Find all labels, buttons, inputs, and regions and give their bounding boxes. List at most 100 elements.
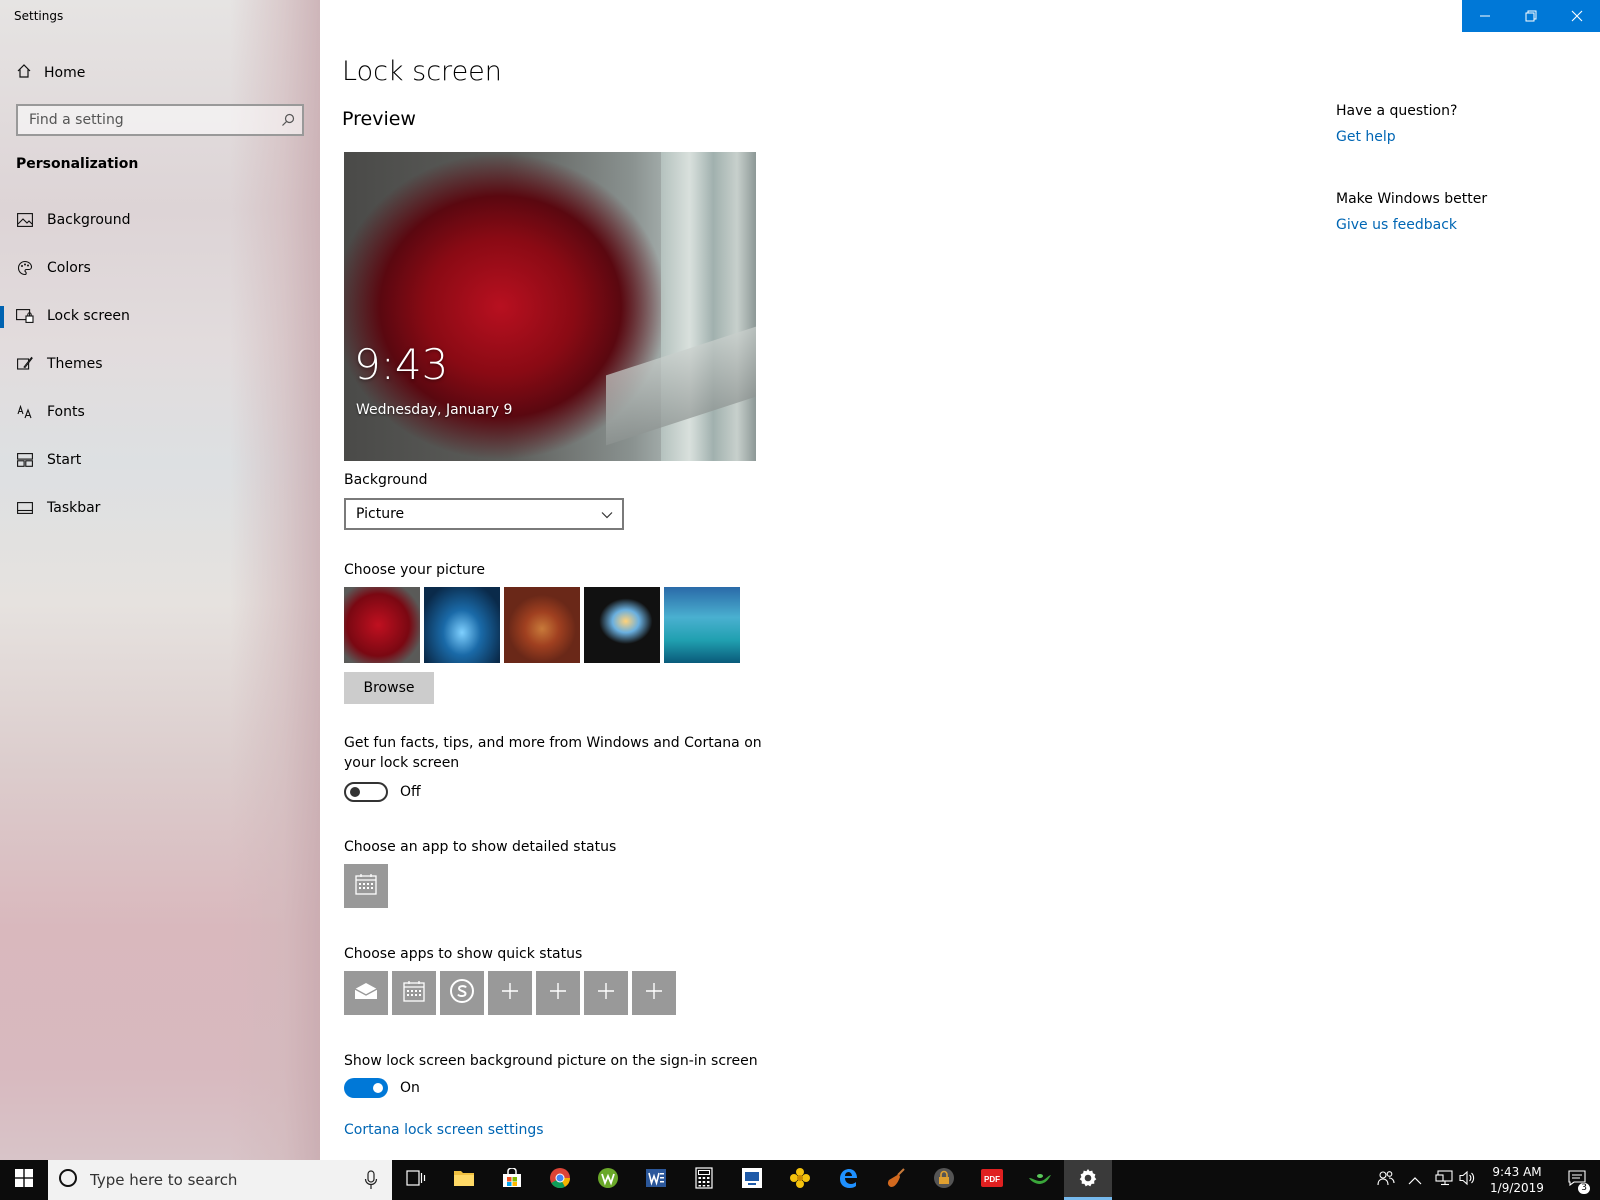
quick-status-calendar-button[interactable]	[392, 971, 436, 1015]
sidebar-item-lock-screen[interactable]: Lock screen	[0, 292, 320, 340]
restore-button[interactable]	[1508, 0, 1554, 32]
quick-status-add-button[interactable]	[488, 971, 532, 1015]
clock-date: 1/9/2019	[1490, 1181, 1544, 1195]
fun-facts-toggle[interactable]	[344, 782, 388, 802]
taskbar-icon	[16, 499, 34, 517]
quick-status-skype-button[interactable]	[440, 971, 484, 1015]
signin-picture-toggle[interactable]	[344, 1078, 388, 1098]
home-nav-item[interactable]: Home	[16, 62, 85, 84]
browse-button[interactable]: Browse	[344, 672, 434, 704]
clock-time: 9:43 AM	[1492, 1165, 1542, 1179]
cortana-settings-link[interactable]: Cortana lock screen settings	[344, 1122, 544, 1138]
windows-logo-icon	[15, 1169, 33, 1191]
taskbar-app-remote-desktop[interactable]	[728, 1160, 776, 1200]
taskbar-search-box[interactable]	[48, 1160, 392, 1200]
taskbar-app-calculator[interactable]	[680, 1160, 728, 1200]
toggle-knob	[350, 787, 360, 797]
people-button[interactable]	[1374, 1160, 1398, 1200]
taskbar-app-shovel[interactable]	[872, 1160, 920, 1200]
preview-heading: Preview	[342, 108, 416, 130]
notification-count-badge: 3	[1578, 1183, 1590, 1194]
skype-icon	[449, 978, 475, 1008]
sidebar-nav-list: Background Colors Lock screen Themes Fon…	[0, 196, 320, 532]
chrome-icon	[549, 1167, 571, 1193]
sidebar-item-fonts[interactable]: Fonts	[0, 388, 320, 436]
preview-time: 9:43	[354, 340, 449, 389]
picture-thumb-ice-cave[interactable]	[424, 587, 500, 663]
taskbar-app-settings[interactable]	[1064, 1160, 1112, 1200]
settings-search-input[interactable]	[27, 111, 272, 129]
detailed-status-label: Choose an app to show detailed status	[344, 839, 617, 855]
calculator-icon	[695, 1167, 713, 1193]
sidebar-item-start[interactable]: Start	[0, 436, 320, 484]
chevron-up-icon	[1408, 1171, 1422, 1190]
taskbar-app-sticky[interactable]	[776, 1160, 824, 1200]
task-view-button[interactable]	[392, 1160, 440, 1200]
background-dropdown[interactable]: Picture	[344, 498, 624, 530]
show-hidden-icons-button[interactable]	[1398, 1160, 1432, 1200]
taskbar: PDF 9:43 AM 1/9/2019 3	[0, 1160, 1600, 1200]
section-title: Personalization	[16, 156, 139, 172]
get-help-link[interactable]: Get help	[1336, 129, 1576, 145]
taskbar-app-pdf[interactable]: PDF	[968, 1160, 1016, 1200]
network-button[interactable]	[1432, 1160, 1456, 1200]
feedback-link[interactable]: Give us feedback	[1336, 217, 1576, 233]
yellow-flower-icon	[789, 1167, 811, 1193]
mail-icon	[354, 982, 378, 1004]
sidebar-item-themes[interactable]: Themes	[0, 340, 320, 388]
sidebar-item-background[interactable]: Background	[0, 196, 320, 244]
settings-search-box[interactable]	[16, 104, 304, 136]
remote-desktop-icon	[741, 1167, 763, 1193]
taskbar-app-webroot[interactable]	[584, 1160, 632, 1200]
picture-thumb-dog[interactable]	[504, 587, 580, 663]
plus-icon	[597, 982, 615, 1004]
speaker-icon	[1459, 1170, 1477, 1190]
minimize-button[interactable]	[1462, 0, 1508, 32]
quick-status-add-button[interactable]	[584, 971, 628, 1015]
palette-icon	[16, 259, 34, 277]
sidebar-item-label: Themes	[47, 356, 103, 372]
taskbar-app-genie[interactable]	[1016, 1160, 1064, 1200]
taskbar-app-store[interactable]	[488, 1160, 536, 1200]
home-label: Home	[44, 65, 86, 81]
taskbar-app-chrome[interactable]	[536, 1160, 584, 1200]
volume-button[interactable]	[1456, 1160, 1480, 1200]
system-tray: 9:43 AM 1/9/2019 3	[1374, 1160, 1600, 1200]
taskbar-app-file-explorer[interactable]	[440, 1160, 488, 1200]
plus-icon	[501, 982, 519, 1004]
start-button[interactable]	[0, 1160, 48, 1200]
picture-thumb-ocean[interactable]	[664, 587, 740, 663]
sidebar-item-label: Start	[47, 452, 82, 468]
picture-thumb-cave-window[interactable]	[584, 587, 660, 663]
action-center-button[interactable]: 3	[1554, 1160, 1600, 1200]
sidebar-item-taskbar[interactable]: Taskbar	[0, 484, 320, 532]
microphone-icon[interactable]	[364, 1170, 378, 1194]
home-icon	[16, 63, 32, 83]
taskbar-app-edge[interactable]	[824, 1160, 872, 1200]
plus-icon	[549, 982, 567, 1004]
green-w-icon	[597, 1167, 619, 1193]
signin-toggle-row: On	[344, 1078, 420, 1098]
picture-thumb-roses[interactable]	[344, 587, 420, 663]
task-view-icon	[406, 1170, 426, 1190]
quick-status-add-button[interactable]	[536, 971, 580, 1015]
quick-status-mail-button[interactable]	[344, 971, 388, 1015]
close-button[interactable]	[1554, 0, 1600, 32]
taskbar-search-input[interactable]	[88, 1170, 358, 1190]
fun-facts-toggle-row: Off	[344, 782, 421, 802]
background-label: Background	[344, 472, 428, 488]
sidebar-item-colors[interactable]: Colors	[0, 244, 320, 292]
calendar-icon	[403, 980, 425, 1006]
taskbar-app-lock[interactable]	[920, 1160, 968, 1200]
edge-icon	[837, 1167, 859, 1193]
taskbar-clock[interactable]: 9:43 AM 1/9/2019	[1480, 1164, 1554, 1196]
picture-thumbnails	[344, 587, 740, 663]
pdf-icon: PDF	[980, 1168, 1004, 1192]
quick-status-add-button[interactable]	[632, 971, 676, 1015]
sidebar-item-label: Taskbar	[47, 500, 101, 516]
detailed-status-app-button[interactable]	[344, 864, 388, 908]
plus-icon	[645, 982, 663, 1004]
search-icon[interactable]	[280, 112, 296, 132]
close-icon	[1571, 7, 1583, 26]
taskbar-app-word[interactable]	[632, 1160, 680, 1200]
